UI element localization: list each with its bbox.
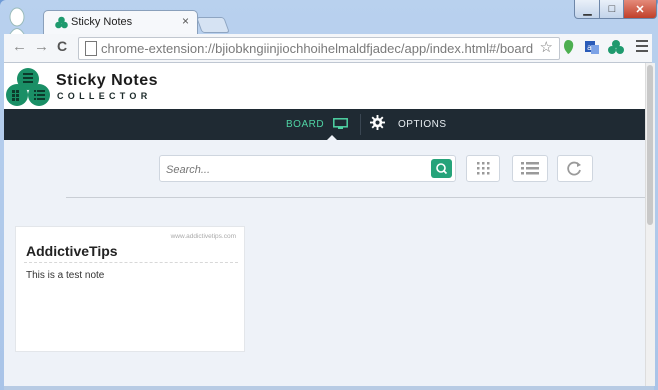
nav-separator — [360, 114, 361, 135]
app-header: Sticky Notes COLLECTOR — [4, 63, 645, 109]
refresh-button[interactable] — [557, 155, 593, 182]
url-text: chrome-extension://bjiobkngiinjiochhoihe… — [101, 41, 534, 56]
address-bar[interactable]: chrome-extension://bjiobkngiinjiochhoihe… — [78, 37, 560, 60]
page-icon — [85, 41, 97, 56]
refresh-icon — [567, 161, 581, 176]
chrome-menu-icon[interactable] — [636, 40, 648, 55]
main-nav: BOARD OPTIONS — [4, 109, 645, 140]
browser-toolbar: ← → C chrome-extension://bjiobkngiinjioc… — [4, 34, 652, 63]
app-title: Sticky Notes — [56, 72, 159, 89]
profile-icon[interactable] — [6, 6, 28, 34]
active-nav-caret — [327, 135, 337, 140]
note-title[interactable]: AddictiveTips — [26, 243, 118, 259]
list-view-icon — [521, 162, 539, 175]
note-watermark: www.addictivetips.com — [170, 233, 236, 240]
sticky-notes-extension-icon[interactable] — [608, 39, 624, 55]
grid-view-button[interactable] — [466, 155, 500, 182]
translate-extension-icon[interactable]: a — [584, 39, 600, 55]
nav-options[interactable]: OPTIONS — [398, 119, 447, 130]
evernote-extension-icon[interactable] — [560, 39, 576, 55]
monitor-icon[interactable] — [333, 118, 348, 129]
reload-button[interactable]: C — [57, 38, 67, 54]
vertical-scrollbar[interactable] — [645, 63, 655, 386]
sticky-notes-logo-icon — [6, 68, 50, 106]
note-card[interactable]: www.addictivetips.com AddictiveTips This… — [15, 226, 245, 352]
gear-icon[interactable] — [370, 115, 385, 130]
back-button[interactable]: ← — [12, 38, 27, 55]
svg-text:a: a — [587, 43, 592, 52]
forward-button[interactable]: → — [34, 38, 49, 55]
nav-board[interactable]: BOARD — [286, 119, 324, 130]
toolbar-divider — [66, 197, 645, 198]
bookmark-star-icon[interactable]: ☆ — [540, 38, 553, 56]
search-input[interactable] — [164, 160, 428, 179]
search-box — [159, 155, 456, 182]
tab-strip: Sticky Notes × ▁ □ ✕ — [0, 0, 658, 35]
search-button[interactable] — [431, 159, 452, 178]
scrollbar-thumb[interactable] — [647, 65, 653, 225]
note-title-divider — [24, 262, 238, 263]
list-view-button[interactable] — [512, 155, 548, 182]
browser-window: Sticky Notes × ▁ □ ✕ ← → C chrome-extens… — [0, 0, 658, 390]
new-tab-button[interactable] — [196, 17, 230, 33]
sticky-notes-favicon-icon — [55, 16, 68, 29]
note-body[interactable]: This is a test note — [26, 270, 104, 281]
tab-sticky-notes[interactable]: Sticky Notes × — [43, 10, 198, 35]
search-icon — [436, 163, 448, 175]
close-window-button[interactable]: ✕ — [623, 0, 657, 19]
tab-close-icon[interactable]: × — [182, 14, 189, 28]
app-page: Sticky Notes COLLECTOR BOARD OPTIONS Sea… — [4, 63, 645, 386]
tab-title: Sticky Notes — [71, 16, 133, 28]
minimize-button[interactable]: ▁ — [574, 0, 601, 19]
grid-view-icon — [477, 162, 490, 175]
app-subtitle: COLLECTOR — [57, 91, 152, 101]
maximize-button[interactable]: □ — [599, 0, 625, 19]
window-bottom-edge — [4, 386, 654, 390]
